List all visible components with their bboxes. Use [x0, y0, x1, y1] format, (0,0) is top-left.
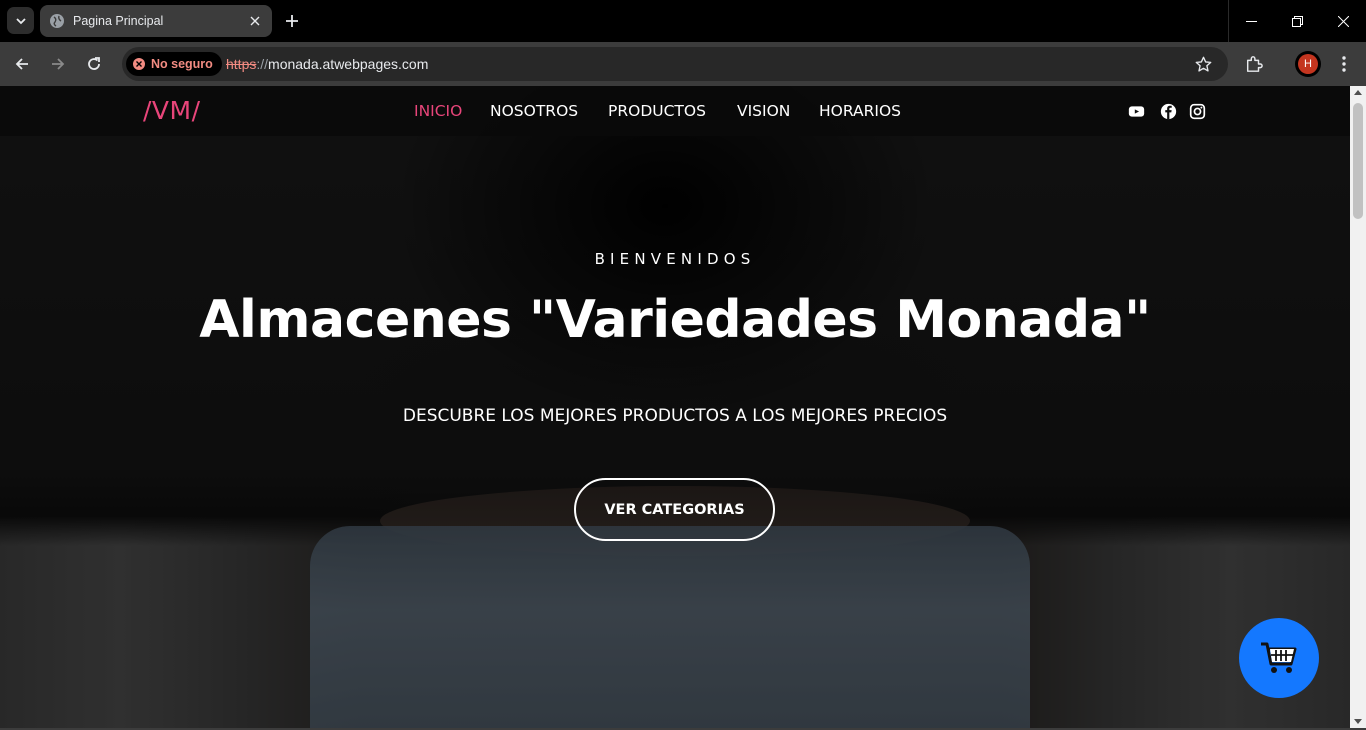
- restore-icon: [1291, 15, 1303, 27]
- tab-title: Pagina Principal: [73, 14, 164, 28]
- scroll-down-arrow[interactable]: [1354, 719, 1362, 724]
- nav-item-horarios[interactable]: HORARIOS: [819, 102, 901, 120]
- reload-button[interactable]: [80, 50, 108, 78]
- youtube-icon[interactable]: [1128, 103, 1145, 120]
- extensions-button[interactable]: [1240, 50, 1268, 78]
- back-button[interactable]: [8, 50, 36, 78]
- tab-search-button[interactable]: [7, 7, 34, 34]
- minimize-button[interactable]: [1228, 0, 1274, 42]
- nav-item-productos[interactable]: PRODUCTOS: [608, 102, 706, 120]
- bookmark-button[interactable]: [1192, 53, 1214, 75]
- site-navbar: /VM/ INICIO NOSOTROS PRODUCTOS VISION HO…: [0, 86, 1350, 136]
- new-tab-button[interactable]: [280, 9, 304, 33]
- profile-initial: H: [1298, 54, 1318, 74]
- globe-icon: [50, 14, 64, 28]
- facebook-icon[interactable]: [1160, 103, 1177, 120]
- more-vertical-icon: [1342, 56, 1346, 72]
- plus-icon: [286, 15, 298, 27]
- chevron-down-icon: [15, 17, 26, 24]
- browser-toolbar: No seguro https://monada.atwebpages.com …: [0, 42, 1366, 86]
- view-categories-button[interactable]: VER CATEGORIAS: [574, 478, 775, 541]
- shopping-cart-icon: [1261, 642, 1297, 673]
- tab-close-button[interactable]: [244, 10, 266, 32]
- security-chip[interactable]: No seguro: [126, 52, 222, 76]
- arrow-right-icon: [52, 58, 65, 70]
- profile-avatar[interactable]: H: [1295, 51, 1321, 77]
- site-logo[interactable]: /VM/: [143, 96, 201, 125]
- browser-tab[interactable]: Pagina Principal: [40, 5, 272, 37]
- url-scheme: https: [226, 56, 257, 72]
- nav-item-inicio[interactable]: INICIO: [414, 102, 462, 120]
- warning-icon: [133, 58, 145, 70]
- hero-kicker: BIENVENIDOS: [594, 250, 756, 268]
- nav-item-nosotros[interactable]: NOSOTROS: [490, 102, 578, 120]
- page-viewport: /VM/ INICIO NOSOTROS PRODUCTOS VISION HO…: [0, 86, 1350, 728]
- cart-button[interactable]: [1239, 618, 1319, 698]
- star-icon: [1195, 56, 1211, 72]
- hero-title: Almacenes "Variedades Monada": [199, 290, 1151, 350]
- page-scrollbar[interactable]: [1350, 86, 1366, 728]
- forward-button[interactable]: [44, 50, 72, 78]
- minimize-icon: [1245, 20, 1257, 22]
- close-icon: [250, 16, 260, 26]
- instagram-icon[interactable]: [1189, 103, 1206, 120]
- menu-button[interactable]: [1330, 50, 1358, 78]
- nav-item-vision[interactable]: VISION: [737, 102, 790, 120]
- url-text[interactable]: https://monada.atwebpages.com: [226, 56, 428, 72]
- reload-icon: [88, 57, 100, 70]
- security-label: No seguro: [151, 57, 213, 71]
- url-host: monada.atwebpages.com: [268, 56, 429, 72]
- scroll-up-arrow[interactable]: [1354, 90, 1362, 95]
- puzzle-icon: [1246, 56, 1263, 72]
- restore-button[interactable]: [1274, 0, 1320, 42]
- address-bar[interactable]: No seguro https://monada.atwebpages.com: [122, 47, 1228, 81]
- close-icon: [1337, 15, 1349, 27]
- close-window-button[interactable]: [1320, 0, 1366, 42]
- arrow-left-icon: [15, 58, 28, 70]
- url-separator: ://: [256, 56, 269, 72]
- scrollbar-thumb[interactable]: [1353, 103, 1363, 219]
- hero-subtitle: DESCUBRE LOS MEJORES PRODUCTOS A LOS MEJ…: [402, 406, 948, 426]
- tab-strip: Pagina Principal: [0, 0, 1366, 42]
